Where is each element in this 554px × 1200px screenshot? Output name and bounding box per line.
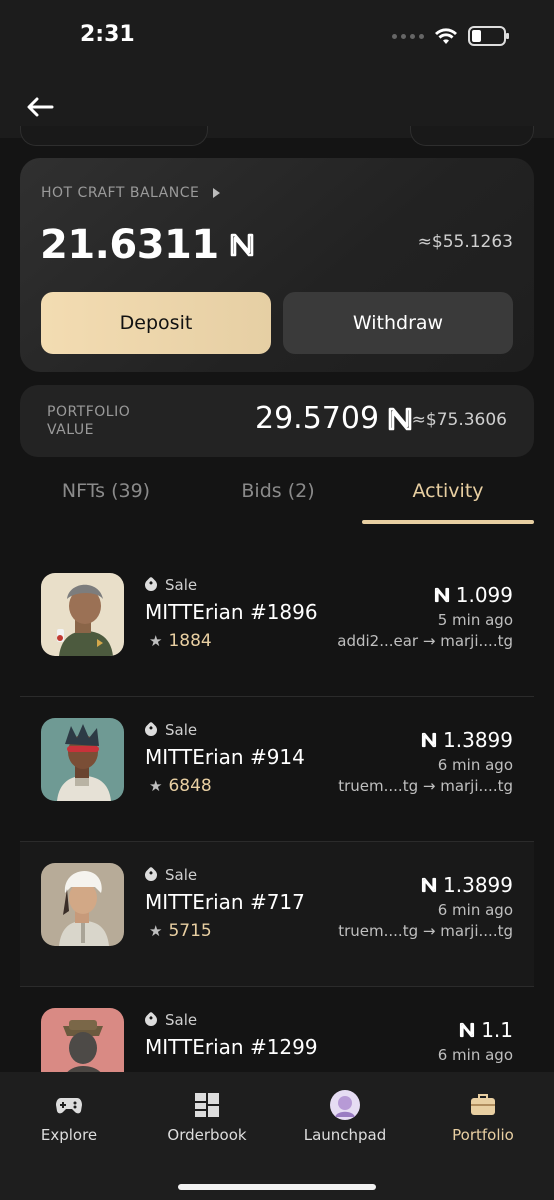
activity-time: 6 min ago bbox=[437, 1046, 513, 1064]
signal-dots-icon bbox=[392, 33, 424, 39]
portfolio-amount-row: 29.5709 bbox=[255, 401, 413, 436]
tag-icon bbox=[142, 866, 160, 884]
near-logo-icon bbox=[434, 587, 449, 603]
activity-route: addi2...ear → marji....tg bbox=[337, 632, 513, 650]
activity-type-label: Sale bbox=[165, 576, 198, 594]
balance-amount: 21.6311 bbox=[40, 222, 219, 268]
nft-rank-value: 1884 bbox=[168, 631, 212, 651]
balance-usd: ≈$55.1263 bbox=[417, 232, 513, 252]
wifi-icon bbox=[435, 28, 457, 44]
nav-orderbook[interactable]: Orderbook bbox=[138, 1090, 276, 1144]
nft-name: MITTErian #717 bbox=[145, 890, 305, 914]
nav-portfolio-label: Portfolio bbox=[452, 1126, 514, 1144]
activity-type-label: Sale bbox=[165, 1011, 198, 1029]
scrolled-card-edge bbox=[20, 126, 208, 146]
nav-explore[interactable]: Explore bbox=[0, 1090, 138, 1144]
status-icons bbox=[392, 26, 509, 46]
portfolio-usd: ≈$75.3606 bbox=[411, 410, 507, 430]
nft-rank: ★ 5715 bbox=[149, 921, 212, 941]
near-logo-icon bbox=[460, 1022, 475, 1038]
activity-row[interactable]: Sale MITTErian #914 ★ 6848 1.3899 6 min … bbox=[20, 697, 534, 842]
sale-price-value: 1.3899 bbox=[443, 728, 513, 752]
nav-launchpad[interactable]: Launchpad bbox=[276, 1090, 414, 1144]
portfolio-value-card: PORTFOLIO VALUE 29.5709 ≈$75.3606 bbox=[20, 385, 534, 457]
tag-icon bbox=[142, 576, 160, 594]
portfolio-label: PORTFOLIO VALUE bbox=[47, 404, 131, 438]
activity-type: Sale bbox=[142, 721, 198, 739]
nav-orderbook-label: Orderbook bbox=[167, 1126, 247, 1144]
nft-name: MITTErian #914 bbox=[145, 745, 305, 769]
sale-price: 1.1 bbox=[459, 1018, 513, 1042]
briefcase-icon bbox=[470, 1090, 496, 1120]
activity-type: Sale bbox=[142, 576, 198, 594]
nft-rank-value: 6848 bbox=[168, 776, 212, 796]
activity-type: Sale bbox=[142, 1011, 198, 1029]
activity-time: 6 min ago bbox=[437, 756, 513, 774]
tab-bids[interactable]: Bids (2) bbox=[192, 480, 364, 502]
nft-thumbnail bbox=[41, 863, 124, 946]
star-icon: ★ bbox=[149, 777, 163, 795]
near-logo-icon bbox=[388, 407, 412, 430]
launchpad-avatar-icon bbox=[330, 1090, 360, 1120]
activity-time: 5 min ago bbox=[437, 611, 513, 629]
near-logo-icon bbox=[421, 732, 437, 748]
nav-launchpad-label: Launchpad bbox=[303, 1126, 387, 1144]
tab-nfts[interactable]: NFTs (39) bbox=[20, 480, 192, 502]
tab-activity[interactable]: Activity bbox=[362, 480, 534, 502]
bottom-tab-bar: Explore Orderbook Launchpad Portfolio bbox=[0, 1072, 554, 1200]
nft-name: MITTErian #1299 bbox=[145, 1035, 318, 1059]
balance-card: HOT CRAFT BALANCE 21.6311 ≈$55.1263 Depo… bbox=[20, 158, 534, 372]
nft-rank-value: 5715 bbox=[168, 921, 212, 941]
balance-label-row[interactable]: HOT CRAFT BALANCE bbox=[41, 185, 221, 201]
sale-price: 1.3899 bbox=[421, 873, 513, 897]
grid-icon bbox=[194, 1090, 220, 1120]
activity-type: Sale bbox=[142, 866, 198, 884]
star-icon: ★ bbox=[149, 632, 163, 650]
nft-rank: ★ 6848 bbox=[149, 776, 212, 796]
sale-price-value: 1.099 bbox=[455, 583, 513, 607]
deposit-button[interactable]: Deposit bbox=[41, 292, 271, 354]
sale-price: 1.099 bbox=[434, 583, 513, 607]
withdraw-button[interactable]: Withdraw bbox=[283, 292, 513, 354]
balance-amount-row: 21.6311 bbox=[40, 222, 255, 268]
star-icon: ★ bbox=[149, 922, 163, 940]
status-time: 2:31 bbox=[80, 22, 135, 47]
near-logo-icon bbox=[421, 877, 437, 893]
tag-icon bbox=[142, 1011, 160, 1029]
battery-icon bbox=[468, 26, 509, 46]
tab-bar: NFTs (39) Bids (2) Activity bbox=[20, 468, 534, 524]
active-tab-indicator bbox=[362, 520, 534, 524]
activity-list: Sale MITTErian #1896 ★ 1884 1.099 5 min … bbox=[20, 552, 534, 1132]
activity-type-label: Sale bbox=[165, 866, 198, 884]
portfolio-amount: 29.5709 bbox=[255, 401, 380, 436]
activity-route: truem....tg → marji....tg bbox=[338, 922, 513, 940]
nav-explore-label: Explore bbox=[40, 1126, 98, 1144]
activity-type-label: Sale bbox=[165, 721, 198, 739]
nft-thumbnail bbox=[41, 573, 124, 656]
gamepad-icon bbox=[55, 1090, 83, 1120]
activity-row[interactable]: Sale MITTErian #1896 ★ 1884 1.099 5 min … bbox=[20, 552, 534, 697]
chevron-right-icon bbox=[213, 188, 221, 198]
activity-time: 6 min ago bbox=[437, 901, 513, 919]
nft-thumbnail bbox=[41, 718, 124, 801]
sale-price-value: 1.3899 bbox=[443, 873, 513, 897]
status-bar: 2:31 bbox=[0, 0, 554, 80]
arrow-left-icon bbox=[27, 97, 54, 117]
tag-icon bbox=[142, 721, 160, 739]
sale-price-value: 1.1 bbox=[481, 1018, 513, 1042]
activity-row[interactable]: Sale MITTErian #717 ★ 5715 1.3899 6 min … bbox=[20, 842, 534, 987]
back-button[interactable] bbox=[22, 92, 58, 122]
near-logo-icon bbox=[230, 233, 253, 257]
scrolled-card-edge bbox=[410, 126, 534, 146]
nav-portfolio[interactable]: Portfolio bbox=[414, 1090, 552, 1144]
activity-route: truem....tg → marji....tg bbox=[338, 777, 513, 795]
nft-rank: ★ 1884 bbox=[149, 631, 212, 651]
nft-name: MITTErian #1896 bbox=[145, 600, 318, 624]
balance-label: HOT CRAFT BALANCE bbox=[41, 185, 200, 201]
sale-price: 1.3899 bbox=[421, 728, 513, 752]
home-indicator bbox=[178, 1184, 376, 1190]
